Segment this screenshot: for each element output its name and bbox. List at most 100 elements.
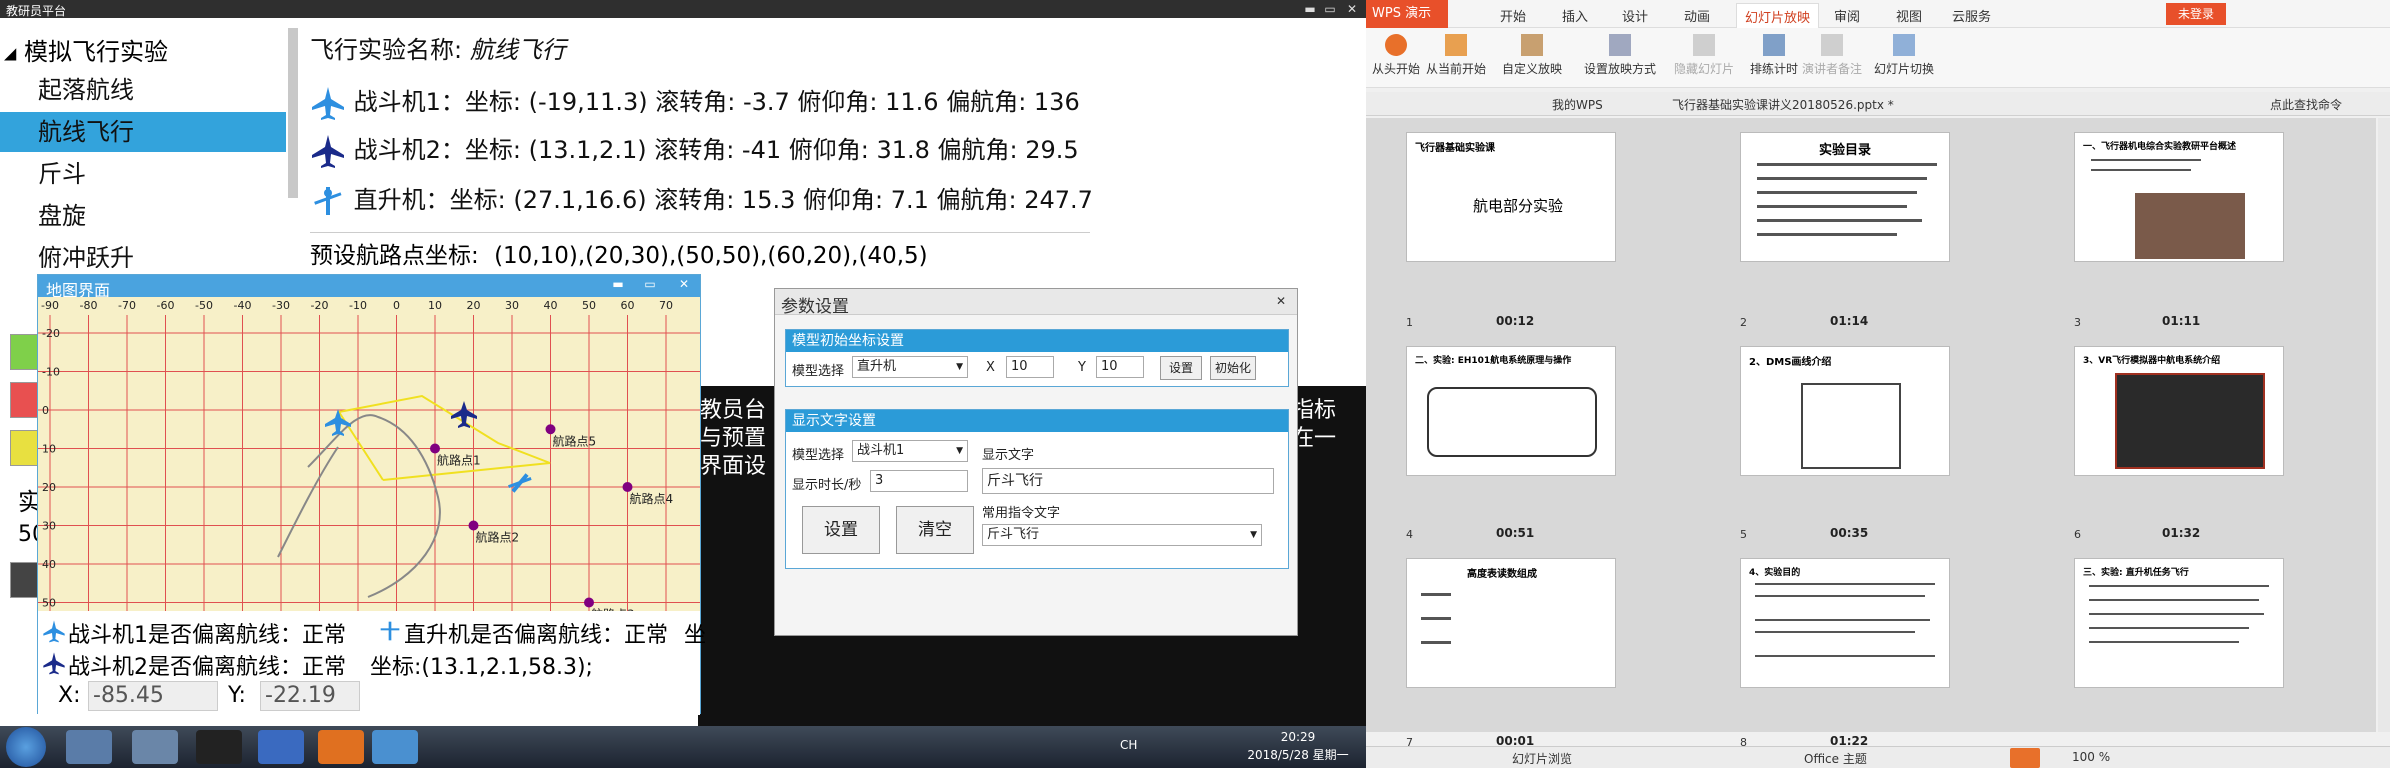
start-button-icon[interactable] bbox=[6, 727, 46, 767]
text-model-value: 战斗机1 bbox=[857, 443, 905, 458]
tree-root[interactable]: ◢ 模拟飞行实验 bbox=[4, 32, 168, 67]
init-model-value: 直升机 bbox=[857, 359, 897, 374]
init-x-input[interactable]: 10 bbox=[1006, 356, 1054, 378]
custom-show-button[interactable]: 自定义放映 bbox=[1502, 34, 1562, 77]
x-tick-label: -20 bbox=[311, 299, 329, 312]
tab-insert[interactable]: 插入 bbox=[1562, 6, 1588, 25]
display-text-input[interactable]: 斤斗飞行 bbox=[982, 468, 1274, 494]
y-tick-label: -10 bbox=[42, 366, 60, 379]
system-clock[interactable]: 20:29 2018/5/28 星期一 bbox=[1232, 728, 1364, 764]
map-close-button[interactable]: ✕ bbox=[674, 276, 694, 292]
x-coord-field[interactable]: -85.45 bbox=[88, 681, 218, 711]
clear-button[interactable]: 清空 bbox=[896, 506, 974, 554]
input-method-indicator[interactable]: CH bbox=[1120, 738, 1137, 752]
text-lines bbox=[1755, 655, 1935, 657]
x-tick-label: -60 bbox=[157, 299, 175, 312]
map-minimize-button[interactable]: ▬ bbox=[608, 276, 628, 292]
tree-item-takeoff-landing[interactable]: 起落航线 bbox=[38, 70, 286, 110]
doc-tab-home[interactable]: 我的WPS bbox=[1552, 96, 1603, 113]
command-search[interactable]: 点此查找命令 bbox=[2270, 96, 2342, 113]
tree-item-route-flight[interactable]: 航线飞行 bbox=[0, 112, 286, 152]
dialog-titlebar: 参数设置 ✕ bbox=[775, 289, 1297, 317]
window-title: 教研员平台 bbox=[6, 4, 67, 18]
play-from-start-button[interactable]: 从头开始 bbox=[1372, 34, 1420, 77]
slide-thumbnail[interactable]: 高度表读数组成 bbox=[1406, 558, 1616, 688]
y-tick-label: 40 bbox=[42, 558, 56, 571]
waypoints-field[interactable]: (10,10),(20,30),(50,50),(60,20),(40,5) bbox=[494, 243, 928, 269]
text-lines bbox=[1755, 631, 1915, 633]
dms-diagram-image bbox=[1801, 383, 1901, 469]
file-explorer-icon[interactable] bbox=[66, 730, 112, 764]
slide-thumbnail[interactable]: 飞行器基础实验课 航电部分实验 bbox=[1406, 132, 1616, 262]
duration-input[interactable]: 3 bbox=[870, 470, 968, 492]
map-titlebar: 地图界面 ▬ ▭ ✕ bbox=[38, 275, 700, 300]
slide-thumbnail[interactable]: 4、实验目的 bbox=[1740, 558, 1950, 688]
play-from-current-button[interactable]: 从当前开始 bbox=[1426, 34, 1486, 77]
text-lines bbox=[1757, 177, 1927, 180]
tab-start[interactable]: 开始 bbox=[1500, 6, 1526, 25]
close-button[interactable]: ✕ bbox=[1342, 1, 1362, 17]
init-model-select[interactable]: 直升机 ▼ bbox=[852, 356, 968, 378]
tree-item-circle[interactable]: 盘旋 bbox=[38, 196, 286, 236]
text-set-button[interactable]: 设置 bbox=[802, 506, 880, 554]
window-titlebar: 教研员平台 ▬ ▭ ✕ bbox=[0, 0, 1366, 18]
dropdown-arrow-icon: ▼ bbox=[956, 446, 963, 456]
slide-thumbnail[interactable]: 三、实验: 直升机任务飞行 bbox=[2074, 558, 2284, 688]
terminal-icon[interactable] bbox=[196, 730, 242, 764]
clock-time: 20:29 bbox=[1280, 730, 1316, 744]
map-maximize-button[interactable]: ▭ bbox=[640, 276, 660, 292]
common-command-select[interactable]: 斤斗飞行 ▼ bbox=[982, 524, 1262, 546]
wps-presentation-icon[interactable] bbox=[318, 730, 364, 764]
map-canvas[interactable]: -90 -80 -70 -60 -50 -40 -30 -20 -10 0 10 20 30 40 50 60… bbox=[38, 297, 700, 611]
tree-scrollbar[interactable] bbox=[288, 28, 298, 198]
minimize-button[interactable]: ▬ bbox=[1300, 1, 1320, 17]
tree-item-loop[interactable]: 斤斗 bbox=[38, 154, 286, 194]
setup-show-button[interactable]: 设置放映方式 bbox=[1584, 34, 1656, 77]
login-button[interactable]: 未登录 bbox=[2166, 3, 2226, 25]
helicopter-coord-truncated: 坐 bbox=[684, 623, 707, 648]
text-lines bbox=[1755, 583, 1935, 585]
initialize-button[interactable]: 初始化 bbox=[1210, 356, 1256, 380]
text-model-select[interactable]: 战斗机1 ▼ bbox=[852, 440, 968, 462]
maximize-button[interactable]: ▭ bbox=[1320, 1, 1340, 17]
speaker-notes-button[interactable]: 演讲者备注 bbox=[1802, 34, 1862, 77]
waypoint-marker bbox=[584, 597, 594, 608]
tab-animation[interactable]: 动画 bbox=[1684, 6, 1710, 25]
tab-design[interactable]: 设计 bbox=[1622, 6, 1648, 25]
slide-thumbnail[interactable]: 二、实验: EH101航电系统原理与操作 bbox=[1406, 346, 1616, 476]
collapse-triangle-icon[interactable]: ◢ bbox=[4, 44, 16, 63]
rehearse-timing-button[interactable]: 排练计时 bbox=[1750, 34, 1798, 77]
tree-item-dive-climb[interactable]: 俯冲跃升 bbox=[38, 238, 286, 268]
y-coord-label: Y: bbox=[228, 683, 246, 708]
init-set-button[interactable]: 设置 bbox=[1160, 356, 1202, 380]
play-slideshow-icon[interactable] bbox=[2010, 748, 2040, 768]
fighter1-icon bbox=[312, 87, 344, 120]
waypoint-label: 航路点1 bbox=[437, 453, 481, 468]
x-tick-label: 30 bbox=[505, 299, 519, 312]
slide-thumbnail[interactable]: 2、DMS画线介绍 bbox=[1740, 346, 1950, 476]
text-group-header: 显示文字设置 bbox=[786, 410, 1288, 432]
init-y-input[interactable]: 10 bbox=[1096, 356, 1144, 378]
paint-icon[interactable] bbox=[132, 730, 178, 764]
waypoint-marker bbox=[545, 424, 556, 435]
text-lines bbox=[1757, 191, 1917, 194]
wps-menu-button[interactable]: WPS 演示 bbox=[1366, 0, 1448, 28]
flight-sim-icon[interactable] bbox=[372, 730, 418, 764]
slide-thumbnail[interactable]: 一、飞行器机电综合实验教研平台概述 bbox=[2074, 132, 2284, 262]
dialog-close-button[interactable]: ✕ bbox=[1271, 293, 1291, 309]
slides-scrollbar[interactable] bbox=[2378, 118, 2390, 732]
theme-label: Office 主题 bbox=[1804, 752, 1867, 766]
tab-view[interactable]: 视图 bbox=[1896, 6, 1922, 25]
doc-tab-file[interactable]: 飞行器基础实验课讲义20180526.pptx * bbox=[1672, 96, 1894, 113]
hide-slide-button[interactable]: 隐藏幻灯片 bbox=[1674, 34, 1734, 77]
view-mode-label: 幻灯片浏览 bbox=[1512, 752, 1573, 766]
tab-review[interactable]: 审阅 bbox=[1834, 6, 1860, 25]
slide-thumbnail[interactable]: 3、VR飞行模拟器中航电系统介绍 bbox=[2074, 346, 2284, 476]
chrome-icon[interactable] bbox=[258, 730, 304, 764]
tab-cloud[interactable]: 云服务 bbox=[1952, 6, 1991, 25]
dark-indicator bbox=[10, 562, 40, 598]
slide-thumbnail[interactable]: 实验目录 bbox=[1740, 132, 1950, 262]
tab-slideshow[interactable]: 幻灯片放映 bbox=[1736, 3, 1820, 29]
slide-transition-button[interactable]: 幻灯片切换 bbox=[1874, 34, 1934, 77]
y-coord-field[interactable]: -22.19 bbox=[260, 681, 360, 711]
